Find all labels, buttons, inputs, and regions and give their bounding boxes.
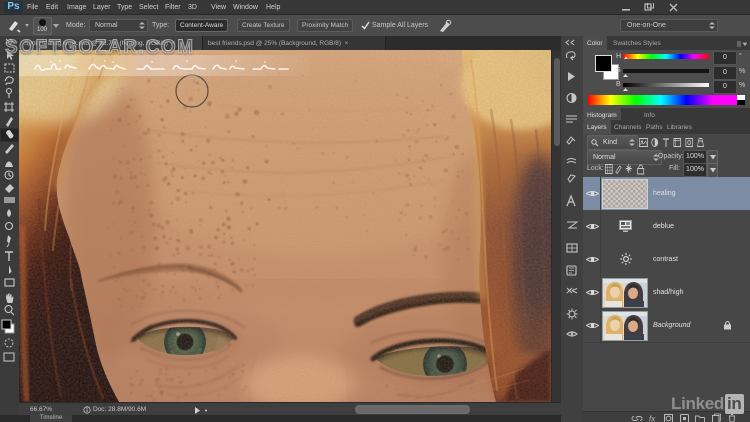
svg-text:fx: fx — [649, 415, 656, 422]
